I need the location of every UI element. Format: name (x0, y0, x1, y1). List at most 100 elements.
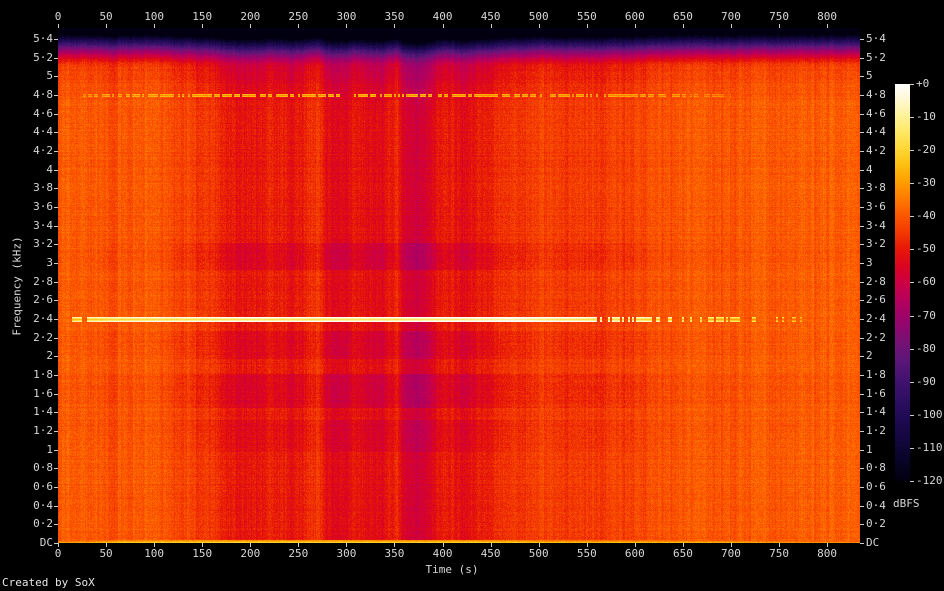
time-tick (538, 24, 540, 28)
time-tick (202, 24, 204, 28)
time-tick (634, 24, 636, 28)
colorbar-tick-label: -70 (916, 308, 936, 322)
time-tick-label: 500 (528, 547, 549, 560)
freq-tick (54, 431, 58, 432)
colorbar-tick (910, 315, 914, 317)
freq-tick-label: 0·2 (866, 517, 886, 531)
freq-tick (860, 113, 864, 115)
colorbar-tick-label: -20 (916, 143, 936, 157)
freq-tick (54, 300, 58, 302)
freq-tick (54, 505, 58, 507)
time-tick (827, 24, 829, 28)
freq-tick-label: 2·8 (33, 274, 53, 288)
colorbar-tick (910, 150, 914, 152)
freq-tick-label: DC (866, 536, 880, 549)
freq-tick (860, 207, 864, 208)
freq-tick-label: 1·6 (33, 386, 53, 400)
freq-tick (54, 76, 58, 78)
freq-tick-label: 4·8 (866, 88, 886, 102)
time-tick-label: 600 (624, 10, 645, 23)
colorbar-tick (910, 216, 914, 218)
time-tick-label: 400 (432, 10, 453, 23)
y-axis-title: Frequency (kHz) (10, 236, 24, 336)
freq-tick-label: 4·6 (33, 106, 53, 120)
freq-tick (54, 543, 58, 544)
freq-tick (54, 244, 58, 246)
freq-tick-label: 0·4 (33, 498, 53, 512)
spectrogram-image (58, 28, 860, 543)
time-tick-label: 250 (288, 547, 309, 560)
freq-tick (860, 57, 864, 59)
freq-tick (860, 505, 864, 507)
time-tick-label: 400 (432, 547, 453, 560)
colorbar-tick-label: -120 (916, 473, 943, 487)
time-tick-label: 50 (99, 10, 113, 23)
freq-tick (54, 225, 58, 227)
freq-tick (54, 468, 58, 470)
time-tick-label: 200 (240, 10, 261, 23)
freq-tick (54, 412, 58, 414)
freq-tick-label: 5·2 (33, 50, 53, 64)
time-tick-label: 650 (672, 10, 693, 23)
freq-tick (54, 356, 58, 358)
freq-tick-label: 4·8 (33, 88, 53, 102)
freq-tick (860, 188, 864, 190)
sox-spectrogram-window: 0 0 50 50 100 100 150 150 200 200 250 250 300 300 350 3… (0, 0, 944, 591)
freq-tick-label: 5·4 (866, 32, 886, 46)
time-tick-label: 100 (144, 10, 165, 23)
freq-tick-label: 3·8 (33, 181, 53, 195)
freq-tick-label: 0·6 (33, 480, 53, 493)
freq-tick-label: 1·8 (866, 368, 886, 381)
colorbar-tick-label: -30 (916, 176, 936, 190)
freq-tick (860, 393, 864, 395)
colorbar-tick (910, 381, 914, 383)
freq-tick (860, 468, 864, 470)
freq-tick (54, 113, 58, 115)
colorbar-tick-label: -90 (916, 374, 936, 388)
time-tick (154, 24, 156, 28)
freq-tick (54, 169, 58, 171)
freq-tick-label: 2 (46, 349, 53, 363)
time-tick-label: 600 (624, 547, 645, 560)
freq-tick (860, 337, 864, 339)
colorbar-tick (910, 348, 914, 350)
colorbar-tick-label: -110 (916, 440, 943, 454)
freq-tick (54, 393, 58, 395)
colorbar-tick (910, 249, 914, 251)
freq-tick-label: 2 (866, 349, 873, 363)
freq-tick (860, 169, 864, 171)
colorbar-tick-label: -40 (916, 209, 936, 223)
time-tick-label: 300 (336, 10, 357, 23)
freq-tick (860, 524, 864, 526)
freq-tick-label: 0·2 (33, 517, 53, 531)
freq-tick (860, 319, 864, 320)
freq-tick-label: 3 (866, 256, 873, 269)
freq-tick-label: 5·4 (33, 32, 53, 46)
freq-tick-label: 1 (866, 442, 873, 456)
freq-tick-label: 1 (46, 442, 53, 456)
time-tick-label: 150 (192, 547, 213, 560)
time-tick-label: 550 (576, 10, 597, 23)
freq-tick (54, 207, 58, 208)
time-tick-label: 700 (721, 10, 741, 23)
freq-tick-label: 3·6 (866, 200, 886, 213)
freq-tick-label: 2·6 (866, 293, 886, 307)
time-tick-label: 650 (672, 547, 693, 560)
freq-tick (54, 487, 58, 488)
freq-tick (54, 449, 58, 451)
time-tick-label: 800 (817, 547, 838, 560)
time-tick-label: 800 (817, 10, 838, 23)
time-tick (779, 24, 781, 28)
time-tick-label: 350 (384, 547, 405, 560)
freq-tick-label: 3·6 (33, 200, 53, 213)
time-tick (394, 24, 396, 28)
freq-tick-label: 4 (866, 162, 873, 176)
freq-tick-label: 5·2 (866, 50, 886, 64)
freq-tick-label: 0·8 (33, 461, 53, 475)
time-tick-label: 50 (99, 547, 113, 560)
time-tick (346, 24, 348, 28)
freq-tick (860, 300, 864, 302)
freq-tick-label: 1·4 (33, 405, 53, 419)
colorbar-tick (910, 117, 914, 119)
time-tick-label: 250 (288, 10, 309, 23)
